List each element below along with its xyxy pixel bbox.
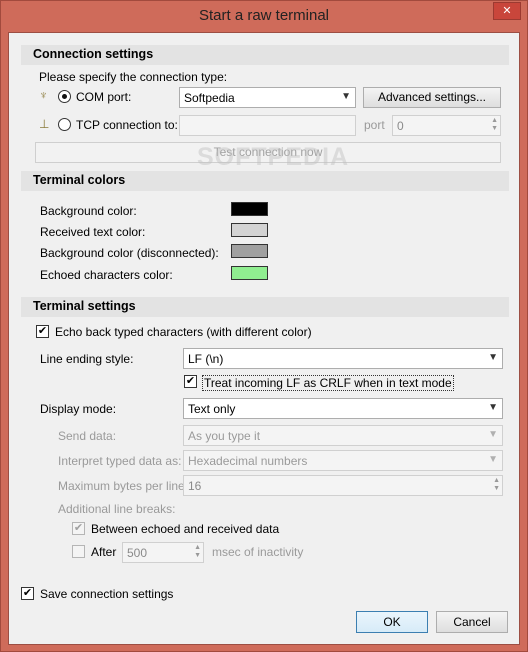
chevron-down-icon: ▼ [488,402,498,413]
window-title: Start a raw terminal [198,7,330,24]
spinner-arrows-icon: ▲ ▼ [194,544,201,559]
terminal-colors-header: Terminal colors [21,171,509,191]
background-color-label: Background color: [40,204,137,218]
title-bar: Start a raw terminal ✕ [1,1,527,32]
treat-lf-as-crlf-checkbox[interactable]: ✔ [184,375,197,388]
dialog-window: Start a raw terminal ✕ Connection settin… [0,0,528,652]
between-echoed-received-checkbox[interactable]: ✔ [72,522,85,535]
treat-lf-as-crlf-label: Treat incoming LF as CRLF when in text m… [202,375,454,391]
chevron-down-icon: ▼ [488,454,498,465]
after-inactivity-checkbox[interactable] [72,545,85,558]
close-icon: ✕ [502,5,512,17]
com-port-radio[interactable] [58,90,71,103]
com-port-label: COM port: [76,90,132,104]
advanced-settings-button[interactable]: Advanced settings... [363,87,501,108]
ok-button[interactable]: OK [356,611,428,633]
spinner-arrows-icon: ▲ ▼ [493,477,500,492]
additional-line-breaks-label: Additional line breaks: [58,502,176,516]
display-mode-label: Display mode: [40,402,117,416]
echoed-characters-color-swatch[interactable] [231,266,268,280]
send-data-select[interactable]: As you type it ▼ [183,425,503,446]
tcp-connection-label: TCP connection to: [76,118,178,132]
chevron-down-icon: ▼ [488,429,498,440]
port-input[interactable]: 0 ▲ ▼ [392,115,501,136]
chevron-down-icon: ▼ [488,352,498,363]
network-icon: ⊥ [39,117,50,131]
save-connection-settings-checkbox[interactable]: ✔ [21,587,34,600]
disconnected-background-color-label: Background color (disconnected): [40,246,219,260]
tcp-host-input[interactable] [179,115,356,136]
display-mode-select[interactable]: Text only ▼ [183,398,503,419]
serial-port-icon: ♆ [39,88,48,102]
terminal-settings-header: Terminal settings [21,297,509,317]
echo-back-label: Echo back typed characters (with differe… [55,325,312,339]
save-connection-settings-label: Save connection settings [40,587,174,601]
chevron-down-icon: ▼ [341,91,351,102]
after-label: After [91,545,117,559]
echoed-characters-color-label: Echoed characters color: [40,268,173,282]
maximum-bytes-label: Maximum bytes per line: [58,479,189,493]
spinner-arrows-icon: ▲ ▼ [491,117,498,132]
msec-of-inactivity-label: msec of inactivity [212,545,304,559]
inactivity-msec-input[interactable]: 500 ▲ ▼ [122,542,204,563]
interpret-typed-data-label: Interpret typed data as: [58,454,182,468]
send-data-label: Send data: [58,429,117,443]
connection-settings-header: Connection settings [21,45,509,65]
tcp-connection-radio[interactable] [58,118,71,131]
softpedia-watermark: SOFTPEDIA [197,143,350,171]
connection-type-prompt: Please specify the connection type: [39,70,228,84]
received-text-color-label: Received text color: [40,225,146,239]
close-button[interactable]: ✕ [493,2,521,20]
cancel-button[interactable]: Cancel [436,611,508,633]
received-text-color-swatch[interactable] [231,223,268,237]
com-port-select[interactable]: Softpedia ▼ [179,87,356,108]
echo-back-checkbox[interactable]: ✔ [36,325,49,338]
disconnected-background-color-swatch[interactable] [231,244,268,258]
background-color-swatch[interactable] [231,202,268,216]
between-echoed-received-label: Between echoed and received data [91,522,280,536]
line-ending-label: Line ending style: [40,352,134,366]
line-ending-select[interactable]: LF (\n) ▼ [183,348,503,369]
interpret-typed-data-select[interactable]: Hexadecimal numbers ▼ [183,450,503,471]
dialog-body: Connection settings Please specify the c… [8,32,520,645]
maximum-bytes-input[interactable]: 16 ▲ ▼ [183,475,503,496]
port-label: port [364,118,385,132]
